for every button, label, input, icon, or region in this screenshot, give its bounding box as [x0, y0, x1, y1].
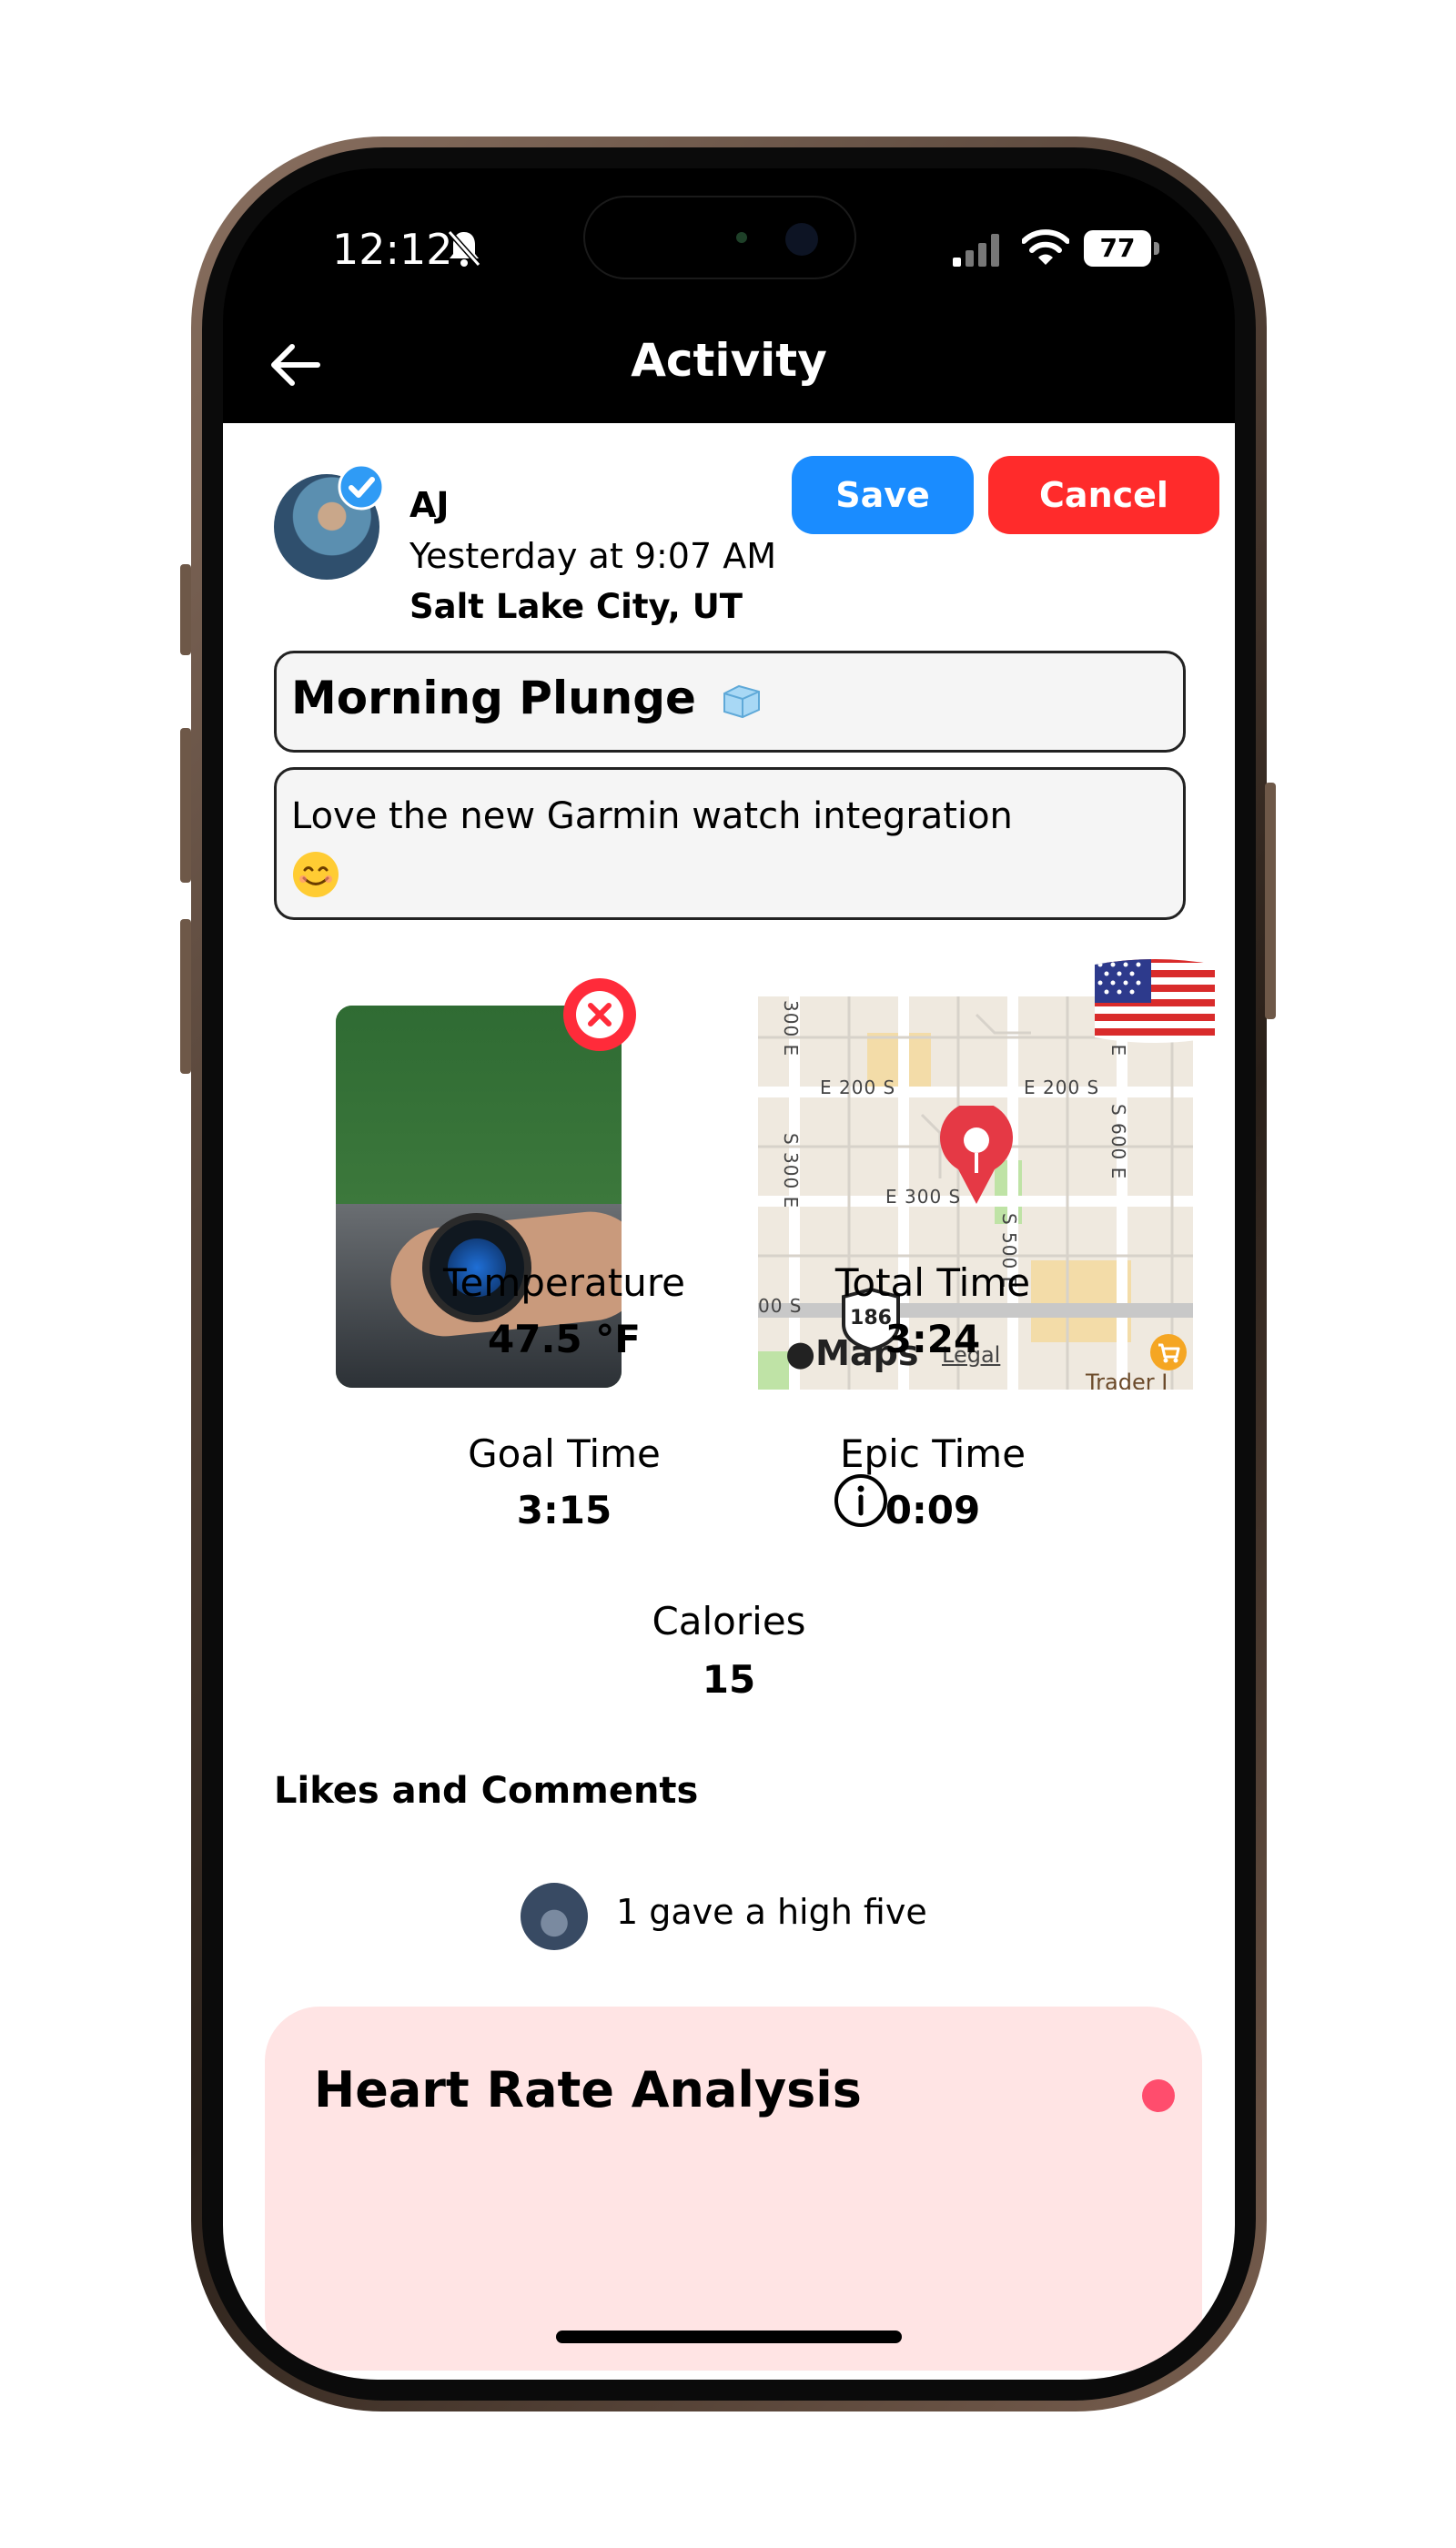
- map-street-label: E 200 S: [820, 1077, 896, 1098]
- page-title: Activity: [631, 334, 827, 387]
- battery-level: 77: [1084, 230, 1151, 267]
- post-timestamp: Yesterday at 9:07 AM: [410, 536, 777, 576]
- post-location: Salt Lake City, UT: [410, 587, 743, 626]
- signal-icon: [953, 234, 999, 267]
- heart-rate-title: Heart Rate Analysis: [314, 2061, 862, 2118]
- epic-time-label: Epic Time: [839, 1431, 1026, 1476]
- activity-title-value: Morning Plunge: [291, 672, 696, 724]
- volume-down-button: [180, 919, 191, 1074]
- island-indicator: [736, 232, 747, 243]
- battery-tip: [1154, 242, 1159, 255]
- ice-cube-icon: [723, 684, 761, 719]
- total-time-value: 3:24: [885, 1317, 981, 1361]
- smile-icon: [293, 852, 339, 897]
- map-street-label: S 300 E: [780, 1133, 802, 1209]
- avatar[interactable]: [521, 1883, 588, 1950]
- dynamic-island: [583, 196, 856, 279]
- map-street-label: 300 E: [780, 1000, 802, 1057]
- activity-content: AJ Yesterday at 9:07 AM Salt Lake City, …: [223, 423, 1235, 2380]
- activity-description-field[interactable]: Love the new Garmin watch integration: [274, 767, 1186, 920]
- verified-icon: [338, 463, 385, 511]
- bell-slash-icon: [447, 230, 481, 267]
- heart-rate-dot: [1142, 2079, 1175, 2112]
- close-icon[interactable]: [561, 976, 638, 1053]
- wifi-icon: [1022, 229, 1069, 265]
- likes-comments-heading: Likes and Comments: [274, 1770, 699, 1812]
- activity-description-value: Love the new Garmin watch integration: [291, 795, 1013, 837]
- map-street-label: S 600 E: [1107, 1104, 1129, 1180]
- total-time-label: Total Time: [834, 1260, 1031, 1305]
- temperature-value: 47.5 °F: [488, 1317, 641, 1361]
- calories-value: 15: [702, 1657, 756, 1702]
- goal-time-value: 3:15: [516, 1488, 612, 1532]
- heart-rate-card[interactable]: Heart Rate Analysis: [265, 2007, 1202, 2371]
- action-button: [180, 564, 191, 655]
- screen: 12:12 77 Activity AJ Yesterday at 9:07 A…: [223, 168, 1235, 2380]
- status-time: 12:12: [332, 225, 453, 274]
- map-street-label: E 200 S: [1024, 1077, 1100, 1098]
- activity-title-field[interactable]: Morning Plunge: [274, 651, 1186, 753]
- info-icon[interactable]: [833, 1472, 889, 1529]
- temperature-label: Temperature: [442, 1260, 686, 1305]
- goal-time-label: Goal Time: [468, 1431, 661, 1476]
- battery-indicator: 77: [1084, 230, 1160, 267]
- high-five-count[interactable]: 1 gave a high five: [616, 1892, 927, 1932]
- volume-up-button: [180, 728, 191, 883]
- epic-time-value: 0:09: [885, 1488, 981, 1532]
- cancel-button[interactable]: Cancel: [988, 456, 1219, 534]
- user-name[interactable]: AJ: [410, 485, 450, 525]
- save-button[interactable]: Save: [792, 456, 974, 534]
- front-camera: [785, 223, 818, 256]
- map-pin-icon: [940, 1106, 1013, 1204]
- home-indicator[interactable]: [556, 2331, 902, 2343]
- map-place-label: Trader J: [1086, 1370, 1168, 1390]
- shopping-cart-icon: [1150, 1334, 1187, 1370]
- calories-label: Calories: [652, 1599, 806, 1643]
- power-button: [1265, 783, 1276, 1019]
- us-flag-icon: [1095, 959, 1215, 1043]
